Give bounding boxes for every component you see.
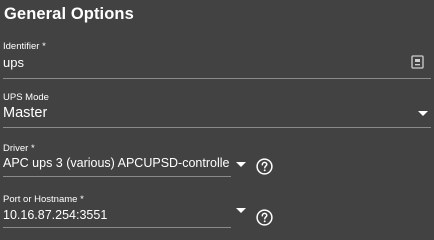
driver-value[interactable]: APC ups 3 (various) APCUPSD-controlled d… <box>3 156 229 170</box>
identifier-input[interactable]: ups <box>3 55 24 70</box>
port-label: Port or Hostname * <box>3 194 84 205</box>
help-circle-icon[interactable] <box>256 158 273 175</box>
port-underline <box>3 227 231 228</box>
driver-select[interactable]: Driver * APC ups 3 (various) APCUPSD-con… <box>3 142 246 180</box>
ups-mode-select[interactable]: UPS Mode Master <box>3 91 431 131</box>
clipboard-icon[interactable] <box>411 55 424 69</box>
port-select[interactable]: Port or Hostname * 10.16.87.254:3551 <box>3 193 246 231</box>
section-title: General Options <box>4 5 134 23</box>
ups-mode-label: UPS Mode <box>3 92 49 103</box>
chevron-down-icon[interactable] <box>418 111 428 116</box>
chevron-down-icon[interactable] <box>236 208 246 213</box>
ups-mode-value[interactable]: Master <box>3 105 47 121</box>
identifier-label: Identifier * <box>3 41 46 52</box>
port-input[interactable]: 10.16.87.254:3551 <box>3 208 107 222</box>
ups-mode-underline <box>3 127 431 128</box>
chevron-down-icon[interactable] <box>236 162 246 167</box>
help-circle-icon[interactable] <box>256 209 273 226</box>
driver-label: Driver * <box>3 143 35 154</box>
identifier-field[interactable]: Identifier * ups <box>3 40 431 82</box>
identifier-underline <box>3 78 431 79</box>
driver-underline <box>3 176 231 177</box>
